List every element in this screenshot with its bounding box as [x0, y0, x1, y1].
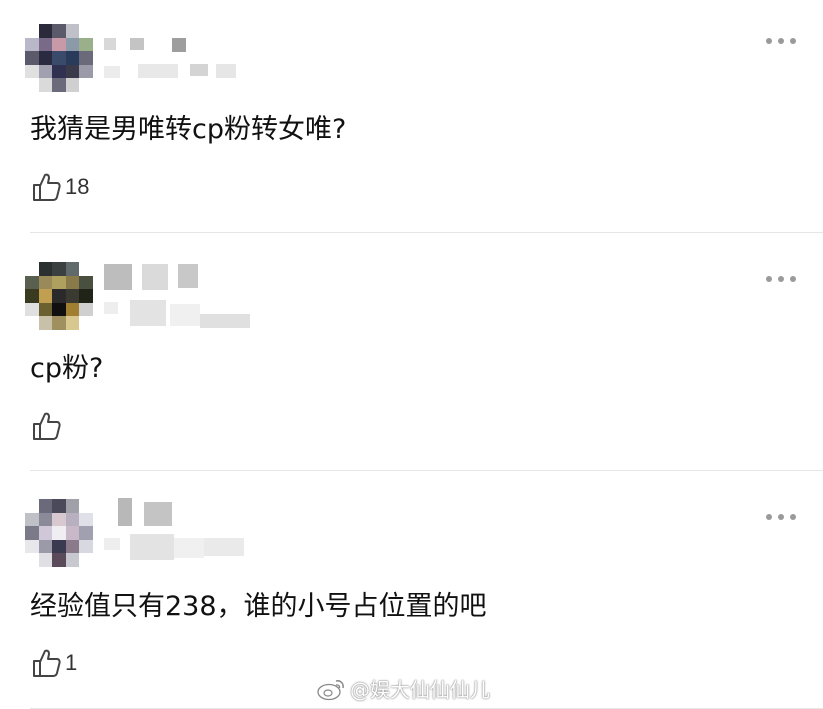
comment-item: 经验值只有238，谁的小号占位置的吧 1: [0, 0, 823, 709]
watermark-text: @娱大仙仙仙儿: [350, 678, 490, 702]
avatar[interactable]: [25, 499, 93, 567]
username-blurred[interactable]: [104, 498, 254, 564]
more-options-icon[interactable]: [766, 511, 796, 523]
watermark: @娱大仙仙仙儿: [316, 674, 490, 703]
weibo-logo-icon: [317, 679, 344, 700]
comment-text: 经验值只有238，谁的小号占位置的吧: [30, 591, 487, 622]
like-count: 1: [65, 650, 78, 675]
like-button[interactable]: 1: [31, 646, 77, 680]
thumbs-up-icon: [33, 649, 61, 677]
